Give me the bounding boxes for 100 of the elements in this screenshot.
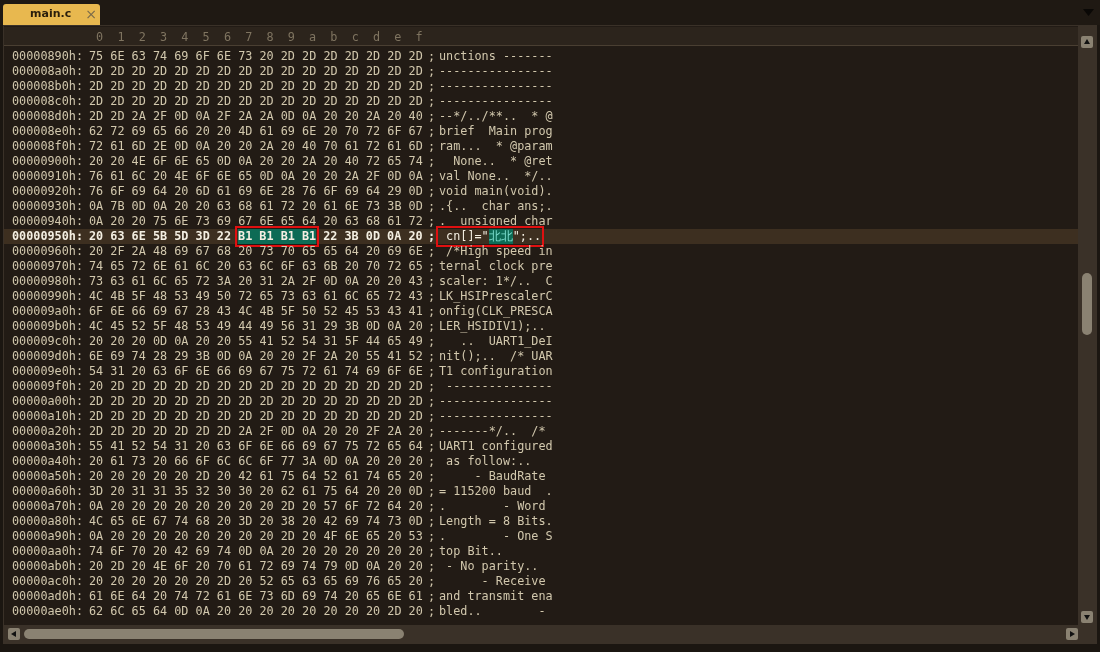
- separator: ;: [428, 349, 437, 364]
- ascii-text: . - One S: [439, 529, 553, 544]
- row-address: 00000a20h:: [12, 424, 85, 439]
- column-label: 4: [180, 29, 190, 45]
- row-address: 000008f0h:: [12, 139, 85, 154]
- hex-bytes: 20 2F 2A 48 69 67 68 20 73 70 65 65 64 20 69 6E: [89, 244, 423, 259]
- hex-bytes: 76 6F 69 64 20 6D 61 69 6E 28 76 6F 69 64 29 0D: [89, 184, 423, 199]
- scroll-right-icon[interactable]: [1066, 628, 1078, 640]
- hex-bytes: 0A 20 20 75 6E 73 69 67 6E 65 64 20 63 68 61 72: [89, 214, 423, 229]
- separator: ;: [428, 289, 437, 304]
- row-address: 00000980h:: [12, 274, 85, 289]
- ascii-text: - BaudRate: [473, 469, 546, 484]
- horizontal-scrollbar[interactable]: [4, 625, 1096, 643]
- separator: ;: [428, 364, 437, 379]
- column-label: 9: [286, 29, 296, 45]
- scroll-left-icon[interactable]: [8, 628, 20, 640]
- separator: ;: [428, 544, 437, 559]
- column-label: c: [350, 29, 360, 45]
- row-address: 00000a30h:: [12, 439, 85, 454]
- column-label: 5: [201, 29, 211, 45]
- ascii-text: cn[]=": [445, 229, 489, 244]
- row-address: 00000ad0h:: [12, 589, 85, 604]
- row-address: 00000a40h:: [12, 454, 85, 469]
- row-address: 000009c0h:: [12, 334, 85, 349]
- ascii-text: .. UART1_DeI: [459, 334, 553, 349]
- separator: ;: [428, 409, 437, 424]
- ascii-text: ----------------: [439, 79, 553, 94]
- row-address: 00000ac0h:: [12, 574, 85, 589]
- ascii-text: UART1 configured: [439, 439, 553, 454]
- separator: ;: [428, 319, 437, 334]
- separator: ;: [428, 394, 437, 409]
- ascii-text: .{.. char ans;.: [439, 199, 553, 214]
- row-address: 00000930h:: [12, 199, 85, 214]
- column-label: 1: [116, 29, 126, 45]
- row-address: 00000a90h:: [12, 529, 85, 544]
- separator: ;: [428, 304, 437, 319]
- hex-bytes: 2D 2D 2D 2D 2D 2D 2D 2D 2D 2D 2D 2D 2D 2D 2D 2D: [89, 64, 423, 79]
- ascii-text: brief Main prog: [439, 124, 553, 139]
- row-address: 000008c0h:: [12, 94, 85, 109]
- separator: ;: [428, 259, 437, 274]
- hex-bytes: 20 2D 20 4E 6F 20 70 61 72 69 74 79 0D 0A 20 20: [89, 559, 423, 574]
- file-tab[interactable]: main.c ×: [3, 4, 100, 25]
- separator: ;: [428, 574, 437, 589]
- hex-bytes: 6F 6E 66 69 67 28 43 4C 4B 5F 50 52 45 53 43 41: [89, 304, 423, 319]
- selected-chars: 北北: [488, 229, 513, 244]
- column-label: b: [329, 29, 339, 45]
- ascii-text: LER_HSIDIV1);..: [439, 319, 546, 334]
- ascii-text: -------*/.. /*: [439, 424, 546, 439]
- separator: ;: [428, 529, 437, 544]
- ascii-text: unctions -------: [439, 49, 553, 64]
- ascii-text: T1 configuration: [439, 364, 553, 379]
- hex-bytes: 0A 20 20 20 20 20 20 20 20 2D 20 57 6F 72 64 20: [89, 499, 423, 514]
- ascii-text: --*/../**.. * @: [439, 109, 553, 124]
- column-label: 7: [244, 29, 254, 45]
- separator: ;: [428, 559, 437, 574]
- row-address: 000008a0h:: [12, 64, 85, 79]
- hex-bytes: 75 6E 63 74 69 6F 6E 73 20 2D 2D 2D 2D 2D 2D 2D: [89, 49, 423, 64]
- hex-bytes: 2D 2D 2D 2D 2D 2D 2D 2D 2D 2D 2D 2D 2D 2D 2D 2D: [89, 79, 423, 94]
- row-address: 000008b0h:: [12, 79, 85, 94]
- column-label: 6: [222, 29, 232, 45]
- separator: ;: [428, 589, 437, 604]
- ascii-text: nit();.. /* UAR: [439, 349, 553, 364]
- separator: ;: [428, 469, 437, 484]
- ascii-text: onfig(CLK_PRESCA: [439, 304, 553, 319]
- row-address: 000008d0h:: [12, 109, 85, 124]
- hex-bytes: 2D 2D 2A 2F 0D 0A 2F 2A 2A 0D 0A 20 20 2A 20 40: [89, 109, 423, 124]
- ascii-text: None.. * @ret: [452, 154, 553, 169]
- separator: ;: [428, 79, 437, 94]
- row-address: 00000920h:: [12, 184, 85, 199]
- row-address: 00000ae0h:: [12, 604, 85, 619]
- scroll-up-icon[interactable]: [1081, 36, 1093, 48]
- row-address: 00000a80h:: [12, 514, 85, 529]
- hex-bytes: 20 63 6E 5B 5D 3D 22: [89, 229, 232, 244]
- ascii-text: . - Word: [439, 499, 546, 514]
- row-address: 00000a70h:: [12, 499, 85, 514]
- hex-bytes: 20 2D 2D 2D 2D 2D 2D 2D 2D 2D 2D 2D 2D 2D 2D 2D: [89, 379, 423, 394]
- separator: ;: [428, 379, 437, 394]
- row-address: 00000970h:: [12, 259, 85, 274]
- ascii-text: ternal clock pre: [439, 259, 553, 274]
- row-address: 00000940h:: [12, 214, 85, 229]
- hex-bytes: 4C 65 6E 67 74 68 20 3D 20 38 20 42 69 74 73 0D: [89, 514, 423, 529]
- separator: ;: [428, 184, 437, 199]
- hex-bytes: 73 63 61 6C 65 72 3A 20 31 2A 2F 0D 0A 20 20 43: [89, 274, 423, 289]
- hex-bytes: 0A 7B 0D 0A 20 20 63 68 61 72 20 61 6E 73 3B 0D: [89, 199, 423, 214]
- scroll-down-icon[interactable]: [1081, 611, 1093, 623]
- column-label: f: [414, 29, 424, 45]
- ascii-text: ----------------: [439, 409, 553, 424]
- hex-bytes: 20 20 20 0D 0A 20 20 55 41 52 54 31 5F 44 65 49: [89, 334, 423, 349]
- ascii-text: ----------------: [439, 64, 553, 79]
- hex-bytes: 20 20 4E 6F 6E 65 0D 0A 20 20 2A 20 40 72 65 74: [89, 154, 423, 169]
- separator: ;: [428, 214, 437, 229]
- column-label: a: [308, 29, 318, 45]
- vertical-scrollbar[interactable]: [1078, 26, 1096, 625]
- ascii-text: ----------------: [439, 394, 553, 409]
- scrollbar-thumb[interactable]: [24, 629, 404, 639]
- hex-bytes: 2D 2D 2D 2D 2D 2D 2D 2D 2D 2D 2D 2D 2D 2D 2D 2D: [89, 394, 423, 409]
- hex-bytes: 62 72 69 65 66 20 20 4D 61 69 6E 20 70 72 6F 67: [89, 124, 423, 139]
- hex-bytes: 76 61 6C 20 4E 6F 6E 65 0D 0A 20 20 2A 2F 0D 0A: [89, 169, 423, 184]
- scrollbar-thumb[interactable]: [1082, 273, 1092, 335]
- ascii-text: - No parity..: [445, 559, 539, 574]
